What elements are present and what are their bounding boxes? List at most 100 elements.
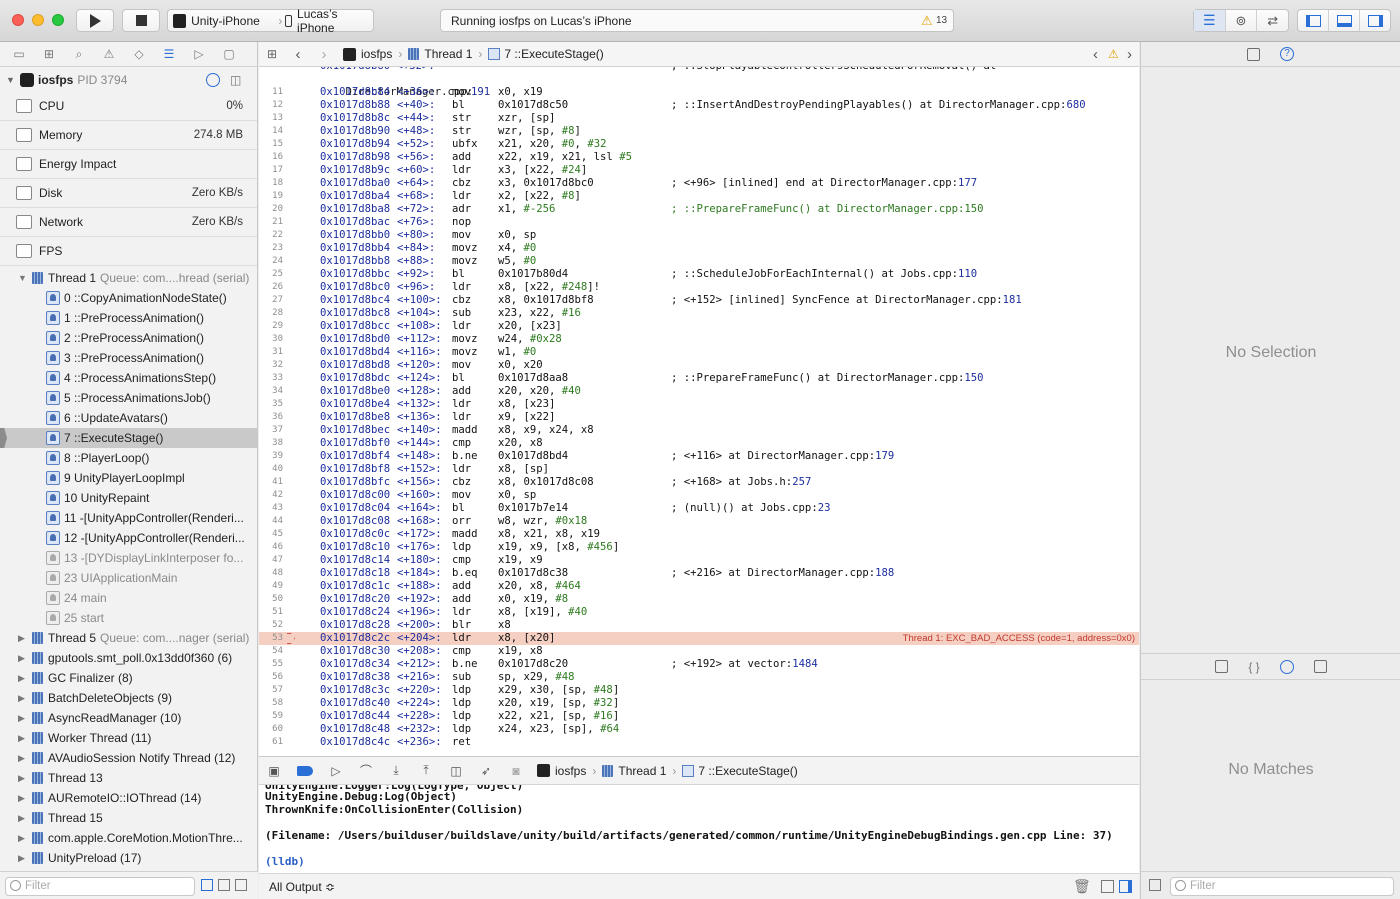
thread-row[interactable]: ▶ GC Finalizer (8) <box>0 668 257 688</box>
debugbar-thread[interactable]: Thread 1 <box>618 764 666 778</box>
source-line-link[interactable]: 1484 <box>792 658 818 670</box>
breakpoint-icon[interactable]: ▷ <box>190 47 208 61</box>
disclosure-open-icon[interactable]: ▼ <box>18 273 28 283</box>
stop-button[interactable] <box>122 9 160 32</box>
gauge-row[interactable]: Energy Impact <box>0 150 257 179</box>
process-row[interactable]: ▼ iosfps PID 3794 ◫ <box>0 67 257 92</box>
stack-frame-row[interactable]: 24 main <box>0 588 257 608</box>
file-template-icon[interactable] <box>1215 660 1229 673</box>
stack-frame-row[interactable]: 0 ::CopyAnimationNodeState() <box>0 288 257 308</box>
thread-row[interactable]: ▶ BatchDeleteObjects (9) <box>0 688 257 708</box>
breakpoints-toggle-icon[interactable] <box>297 765 313 776</box>
thread-row[interactable]: ▶ AURemoteIO::IOThread (14) <box>0 788 257 808</box>
source-line-link[interactable]: 150 <box>964 372 983 384</box>
step-over-icon[interactable]: ⌒ <box>351 762 381 779</box>
disclosure-closed-icon[interactable]: ▶ <box>18 813 28 824</box>
gauge-clock-icon[interactable] <box>206 72 220 87</box>
disclosure-closed-icon[interactable]: ▶ <box>18 793 28 804</box>
thread-row[interactable]: ▶ gputools.smt_poll.0x13dd0f360 (6) <box>0 648 257 668</box>
thread-row[interactable]: ▶ Thread 15 <box>0 808 257 828</box>
file-inspector-icon[interactable] <box>1247 47 1260 61</box>
gauge-row[interactable]: Memory 274.8 MB <box>0 121 257 150</box>
console-view-icon[interactable] <box>1119 880 1132 893</box>
disclosure-closed-icon[interactable]: ▶ <box>18 693 28 704</box>
step-out-icon[interactable]: ⤒ <box>411 763 441 778</box>
source-line-link[interactable]: 680 <box>1066 99 1085 111</box>
hide-debug-area-icon[interactable]: ▣ <box>259 764 289 778</box>
disclosure-closed-icon[interactable]: ▶ <box>18 773 28 784</box>
disclosure-closed-icon[interactable]: ▶ <box>18 833 28 844</box>
symbol-icon[interactable]: ⊞ <box>40 47 58 61</box>
jumpbar-frame[interactable]: 7 ::ExecuteStage() <box>504 47 603 61</box>
back-icon[interactable]: ‹ <box>285 46 311 63</box>
debugbar-project[interactable]: iosfps <box>555 764 586 778</box>
stack-frame-row[interactable]: 9 UnityPlayerLoopImpl <box>0 468 257 488</box>
location-icon[interactable]: ➶ <box>471 764 501 778</box>
assistant-editor-button[interactable]: ⊚ <box>1226 10 1258 31</box>
code-snippet-icon[interactable]: { } <box>1248 660 1259 674</box>
stack-frame-row[interactable]: 4 ::ProcessAnimationsStep() <box>0 368 257 388</box>
help-icon[interactable]: ? <box>1280 47 1294 61</box>
zoom-window-button[interactable] <box>52 14 64 26</box>
run-button[interactable] <box>76 9 114 32</box>
thread-row[interactable]: ▶ UnityPreload (17) <box>0 848 257 868</box>
source-line-link[interactable]: 177 <box>958 177 977 189</box>
toggle-debug-area-button[interactable] <box>1329 10 1360 31</box>
variables-view-icon[interactable] <box>1101 880 1114 893</box>
stack-frame-row[interactable]: 13 -[DYDisplayLinkInterposer fo... <box>0 548 257 568</box>
continue-icon[interactable]: ▷ <box>321 764 351 778</box>
stack-frame-row[interactable]: 2 ::PreProcessAnimation() <box>0 328 257 348</box>
thread-row[interactable]: ▶ AVAudioSession Notify Thread (12) <box>0 748 257 768</box>
disassembly-code[interactable]: 0x1017d8b80 <+32>:; ::StopPlayableContro… <box>259 67 1139 756</box>
thread-row[interactable]: ▶ AsyncReadManager (10) <box>0 708 257 728</box>
disclosure-closed-icon[interactable]: ▶ <box>18 673 28 684</box>
stack-frame-row[interactable]: 8 ::PlayerLoop() <box>0 448 257 468</box>
thread-row[interactable]: ▶ com.apple.CoreMotion.MotionThre... <box>0 828 257 848</box>
source-line-link[interactable]: 179 <box>875 450 894 462</box>
scheme-selector[interactable]: Unity-iPhone › Lucas’s iPhone <box>167 7 374 35</box>
view-hierarchy-icon[interactable]: ◫ <box>441 764 471 778</box>
warning-icon[interactable]: ⚠ <box>1108 47 1119 61</box>
stack-frame-row[interactable]: 10 UnityRepaint <box>0 488 257 508</box>
layout-icon[interactable] <box>235 879 247 891</box>
warning-icon[interactable]: ⚠ <box>921 13 933 29</box>
grid-icon[interactable] <box>218 879 230 891</box>
stack-frame-row[interactable]: 5 ::ProcessAnimationsJob() <box>0 388 257 408</box>
stack-frame-row[interactable]: 3 ::PreProcessAnimation() <box>0 348 257 368</box>
folder-icon[interactable]: ▭ <box>10 47 28 61</box>
stack-frame-row[interactable]: 11 -[UnityAppController(Renderi... <box>0 508 257 528</box>
trash-icon[interactable]: 🗑 <box>1073 878 1091 895</box>
gauge-row[interactable]: Network Zero KB/s <box>0 208 257 237</box>
minimize-window-button[interactable] <box>32 14 44 26</box>
thread-row[interactable]: ▶ Thread 5 Queue: com....nager (serial) <box>0 628 257 648</box>
filter-field[interactable]: Filter <box>5 877 195 896</box>
gauge-row[interactable]: FPS <box>0 237 257 266</box>
warning-count[interactable]: 13 <box>936 15 947 26</box>
prev-issue-icon[interactable]: ‹ <box>1093 46 1098 63</box>
thread-row[interactable]: ▶ Thread 13 <box>0 768 257 788</box>
object-library-icon[interactable] <box>1279 659 1294 674</box>
test-icon[interactable]: ◇ <box>130 47 148 61</box>
disclosure-closed-icon[interactable]: ▶ <box>18 653 28 664</box>
thread-1-row[interactable]: ▼ Thread 1 Queue: com....hread (serial) <box>0 268 257 288</box>
version-editor-button[interactable]: ⇄ <box>1257 10 1288 31</box>
jumpbar-project[interactable]: iosfps <box>361 47 392 61</box>
media-library-icon[interactable] <box>1313 660 1327 673</box>
debug-console[interactable]: UnityEngine.Logger:Log(LogType, Object) … <box>259 785 1139 873</box>
stack-frame-row[interactable]: 6 ::UpdateAvatars() <box>0 408 257 428</box>
close-window-button[interactable] <box>12 14 24 26</box>
output-selector[interactable]: All Output ≎ <box>269 880 335 894</box>
disclosure-closed-icon[interactable]: ▶ <box>18 853 28 864</box>
source-line-link[interactable]: 23 <box>818 502 831 514</box>
disclosure-closed-icon[interactable]: ▶ <box>18 733 28 744</box>
stack-frame-row[interactable]: 1 ::PreProcessAnimation() <box>0 308 257 328</box>
grid-view-icon[interactable] <box>1149 879 1161 891</box>
disclosure-closed-icon[interactable]: ▶ <box>18 713 28 724</box>
toggle-inspector-button[interactable] <box>1360 10 1390 31</box>
source-line-link[interactable]: 188 <box>875 567 894 579</box>
stack-frame-row[interactable]: 25 start <box>0 608 257 628</box>
library-filter-field[interactable]: Filter <box>1170 877 1394 896</box>
gauge-row[interactable]: CPU 0% <box>0 92 257 121</box>
stack-frame-row[interactable]: 23 UIApplicationMain <box>0 568 257 588</box>
standard-editor-button[interactable]: ☰ <box>1194 10 1226 31</box>
